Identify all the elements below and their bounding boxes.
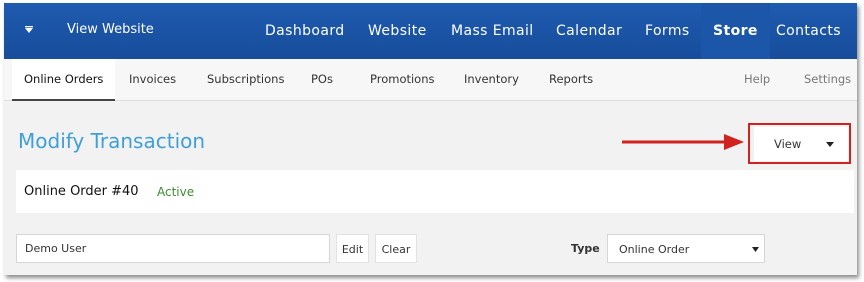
tab-reports[interactable]: Reports: [549, 59, 593, 100]
page-title: Modify Transaction: [18, 129, 206, 153]
order-header-panel: Online Order #40 Active: [16, 170, 854, 213]
status-badge: Active: [157, 185, 195, 199]
top-navbar: View Website Dashboard Website Mass Emai…: [4, 3, 857, 59]
sub-navbar: Online Orders Invoices Subscriptions POs…: [4, 59, 857, 101]
order-title: Online Order #40: [24, 184, 139, 199]
type-label: Type: [571, 242, 600, 255]
nav-forms[interactable]: Forms: [645, 3, 690, 59]
nav-dashboard[interactable]: Dashboard: [265, 3, 345, 59]
view-dropdown[interactable]: View: [754, 127, 848, 161]
tab-online-orders[interactable]: Online Orders: [12, 59, 116, 101]
callout-arrow-icon: [622, 134, 744, 150]
tab-settings[interactable]: Settings: [804, 59, 851, 100]
nav-mass-email[interactable]: Mass Email: [451, 3, 534, 59]
caret-down-icon: [826, 142, 834, 147]
tab-invoices[interactable]: Invoices: [129, 59, 176, 100]
view-dropdown-label: View: [774, 137, 802, 151]
view-website-link[interactable]: View Website: [67, 22, 154, 37]
tab-pos[interactable]: POs: [311, 59, 333, 100]
tab-help[interactable]: Help: [744, 59, 770, 100]
nav-calendar[interactable]: Calendar: [556, 3, 622, 59]
caret-down-icon: [752, 247, 759, 252]
type-select[interactable]: Online Order: [607, 234, 765, 263]
tab-inventory[interactable]: Inventory: [464, 59, 519, 100]
tab-subscriptions[interactable]: Subscriptions: [207, 59, 284, 100]
nav-store[interactable]: Store: [701, 3, 770, 59]
app-window: View Website Dashboard Website Mass Emai…: [4, 3, 857, 275]
menu-caret-icon[interactable]: [22, 23, 36, 37]
nav-website[interactable]: Website: [368, 3, 427, 59]
nav-contacts[interactable]: Contacts: [776, 3, 841, 59]
tab-promotions[interactable]: Promotions: [370, 59, 435, 100]
edit-button[interactable]: Edit: [336, 234, 369, 263]
clear-button[interactable]: Clear: [375, 234, 417, 263]
type-select-value: Online Order: [619, 243, 690, 256]
customer-field[interactable]: [16, 234, 330, 263]
